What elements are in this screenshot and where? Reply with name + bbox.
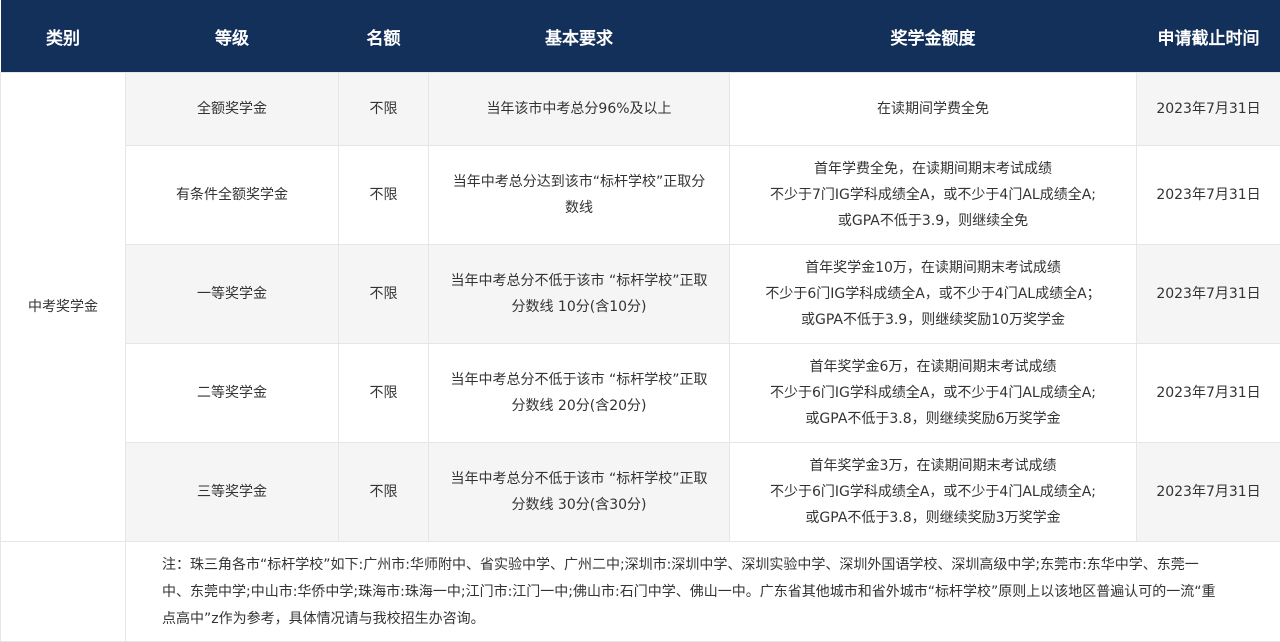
- amount-line: 首年奖学金6万，在读期间期末考试成绩: [738, 354, 1128, 380]
- amount-cell: 首年奖学金10万，在读期间期末考试成绩 不少于6门IG学科成绩全A，或不少于4门…: [730, 245, 1137, 344]
- deadline-cell: 2023年7月31日: [1137, 443, 1280, 542]
- amount-line: 不少于6门IG学科成绩全A，或不少于4门AL成绩全A;: [738, 380, 1128, 406]
- header-amount: 奖学金额度: [730, 0, 1137, 73]
- quota-cell: 不限: [339, 146, 429, 245]
- category-cell: 中考奖学金: [1, 73, 126, 542]
- note-cell: 注：珠三角各市“标杆学校”如下:广州市:华师附中、省实验中学、广州二中;深圳市:…: [126, 542, 1280, 642]
- header-deadline: 申请截止时间: [1137, 0, 1280, 73]
- amount-cell: 在读期间学费全免: [730, 73, 1137, 146]
- amount-line: 不少于6门IG学科成绩全A，或不少于4门AL成绩全A;: [738, 479, 1128, 505]
- level-cell: 二等奖学金: [126, 344, 339, 443]
- table-row: 一等奖学金 不限 当年中考总分不低于该市 “标杆学校”正取 分数线 10分(含1…: [1, 245, 1280, 344]
- requirement-line: 当年中考总分达到该市“标杆学校”正取分: [437, 169, 721, 195]
- deadline-cell: 2023年7月31日: [1137, 146, 1280, 245]
- requirement-cell: 当年中考总分不低于该市 “标杆学校”正取 分数线 30分(含30分): [429, 443, 730, 542]
- note-row: 注：珠三角各市“标杆学校”如下:广州市:华师附中、省实验中学、广州二中;深圳市:…: [1, 542, 1280, 642]
- requirement-line: 分数线 20分(含20分): [437, 393, 721, 419]
- deadline-cell: 2023年7月31日: [1137, 73, 1280, 146]
- note-line: 中、东莞中学;中山市:华侨中学;珠海市:珠海一中;江门市:江门一中;佛山市:石门…: [162, 579, 1264, 606]
- deadline-cell: 2023年7月31日: [1137, 344, 1280, 443]
- header-requirement: 基本要求: [429, 0, 730, 73]
- quota-cell: 不限: [339, 443, 429, 542]
- amount-cell: 首年学费全免，在读期间期末考试成绩 不少于7门IG学科成绩全A，或不少于4门AL…: [730, 146, 1137, 245]
- level-cell: 全额奖学金: [126, 73, 339, 146]
- amount-cell: 首年奖学金6万，在读期间期末考试成绩 不少于6门IG学科成绩全A，或不少于4门A…: [730, 344, 1137, 443]
- header-level: 等级: [126, 0, 339, 73]
- amount-line: 或GPA不低于3.8，则继续奖励6万奖学金: [738, 406, 1128, 432]
- amount-line: 首年奖学金3万，在读期间期末考试成绩: [738, 453, 1128, 479]
- scholarship-table: 类别 等级 名额 基本要求 奖学金额度 申请截止时间 中考奖学金 全额奖学金 不…: [0, 0, 1280, 642]
- requirement-cell: 当年中考总分不低于该市 “标杆学校”正取 分数线 10分(含10分): [429, 245, 730, 344]
- header-quota: 名额: [339, 0, 429, 73]
- header-category: 类别: [1, 0, 126, 73]
- note-line: 注：珠三角各市“标杆学校”如下:广州市:华师附中、省实验中学、广州二中;深圳市:…: [162, 552, 1264, 579]
- requirement-cell: 当年中考总分不低于该市 “标杆学校”正取 分数线 20分(含20分): [429, 344, 730, 443]
- requirement-line: 分数线 30分(含30分): [437, 492, 721, 518]
- amount-cell: 首年奖学金3万，在读期间期末考试成绩 不少于6门IG学科成绩全A，或不少于4门A…: [730, 443, 1137, 542]
- note-line: 点高中”z作为参考，具体情况请与我校招生办咨询。: [162, 606, 1264, 633]
- deadline-cell: 2023年7月31日: [1137, 245, 1280, 344]
- amount-line: 或GPA不低于3.8，则继续奖励3万奖学金: [738, 505, 1128, 531]
- table-row: 三等奖学金 不限 当年中考总分不低于该市 “标杆学校”正取 分数线 30分(含3…: [1, 443, 1280, 542]
- requirement-line: 当年中考总分不低于该市 “标杆学校”正取: [437, 466, 721, 492]
- table-row: 中考奖学金 全额奖学金 不限 当年该市中考总分96%及以上 在读期间学费全免 2…: [1, 73, 1280, 146]
- requirement-cell: 当年该市中考总分96%及以上: [429, 73, 730, 146]
- table-row: 有条件全额奖学金 不限 当年中考总分达到该市“标杆学校”正取分 数线 首年学费全…: [1, 146, 1280, 245]
- quota-cell: 不限: [339, 73, 429, 146]
- level-cell: 有条件全额奖学金: [126, 146, 339, 245]
- requirement-cell: 当年中考总分达到该市“标杆学校”正取分 数线: [429, 146, 730, 245]
- level-cell: 三等奖学金: [126, 443, 339, 542]
- requirement-line: 当年中考总分不低于该市 “标杆学校”正取: [437, 367, 721, 393]
- header-row: 类别 等级 名额 基本要求 奖学金额度 申请截止时间: [1, 0, 1280, 73]
- quota-cell: 不限: [339, 344, 429, 443]
- amount-line: 首年奖学金10万，在读期间期末考试成绩: [738, 255, 1128, 281]
- note-spacer-cell: [1, 542, 126, 642]
- requirement-line: 数线: [437, 195, 721, 221]
- table-row: 二等奖学金 不限 当年中考总分不低于该市 “标杆学校”正取 分数线 20分(含2…: [1, 344, 1280, 443]
- requirement-line: 分数线 10分(含10分): [437, 294, 721, 320]
- requirement-line: 当年该市中考总分96%及以上: [437, 96, 721, 122]
- amount-line: 不少于7门IG学科成绩全A，或不少于4门AL成绩全A;: [738, 182, 1128, 208]
- requirement-line: 当年中考总分不低于该市 “标杆学校”正取: [437, 268, 721, 294]
- amount-line: 或GPA不低于3.9，则继续奖励10万奖学金: [738, 307, 1128, 333]
- amount-line: 不少于6门IG学科成绩全A，或不少于4门AL成绩全A；: [738, 281, 1128, 307]
- amount-line: 首年学费全免，在读期间期末考试成绩: [738, 156, 1128, 182]
- level-cell: 一等奖学金: [126, 245, 339, 344]
- quota-cell: 不限: [339, 245, 429, 344]
- amount-line: 或GPA不低于3.9，则继续全免: [738, 208, 1128, 234]
- amount-line: 在读期间学费全免: [738, 96, 1128, 122]
